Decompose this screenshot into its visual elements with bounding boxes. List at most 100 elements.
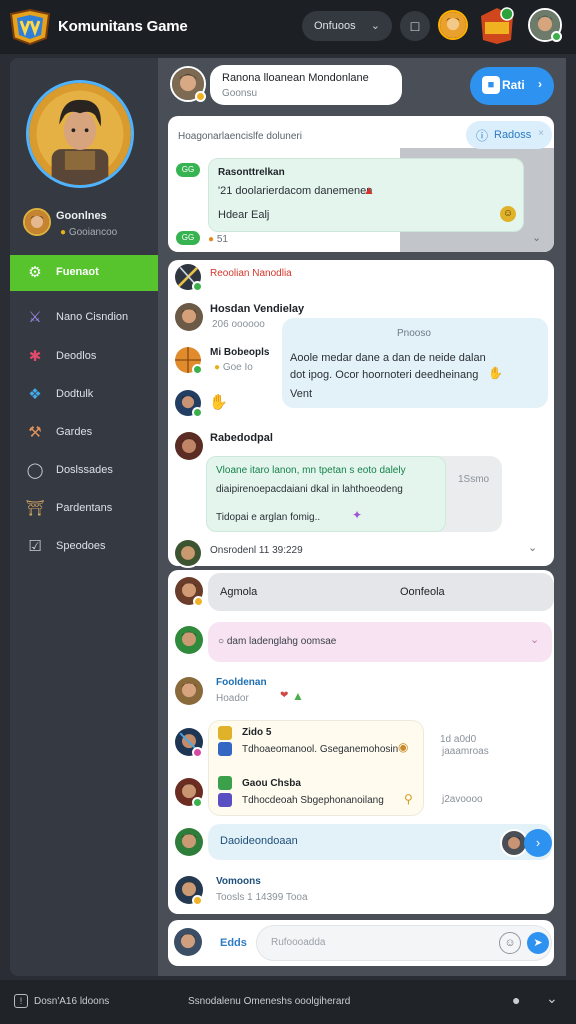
message-line: Tidopai e arglan fomig.. <box>216 512 321 523</box>
message-line: diaipirenoepacdaiani dkal in lahthoeoden… <box>216 484 403 495</box>
message-time: 1d a0d0 <box>440 734 477 745</box>
online-dot <box>192 797 203 808</box>
tab-agmola[interactable]: Agmola <box>220 586 257 598</box>
user-name: Rabedodpal <box>210 432 273 444</box>
message-line: dot ipog. Ocor hoornoteri deedheinang <box>290 369 479 381</box>
user-name: Vomoons <box>216 876 261 887</box>
user-subtitle: ● Goe Io <box>214 362 253 373</box>
user-name: Fooldenan <box>216 677 267 688</box>
filter-select[interactable]: Onfuoos ⌄ <box>302 11 392 41</box>
sidebar-item-label: Nano Cisndion <box>56 311 129 323</box>
bird-icon: ❖ <box>28 386 42 403</box>
message-input[interactable]: Rufoooadda ☺ ➤ <box>256 925 552 961</box>
radoss-chip[interactable]: ⓘ Radoss × <box>466 121 552 149</box>
send-icon[interactable]: ➤ <box>527 932 549 954</box>
key-icon: ⚲ <box>404 792 413 806</box>
coin-icon: ● <box>60 227 67 238</box>
sidebar-profile-avatar[interactable] <box>26 80 134 188</box>
bottom-status: Dosn'A16 ldoons <box>34 996 110 1007</box>
message-line: Vloane itaro lanon, mn tpetan s eoto dal… <box>216 465 406 476</box>
user-avatar[interactable] <box>173 538 203 568</box>
chevron-down-icon[interactable]: ⌄ <box>532 231 541 244</box>
game-icon <box>218 726 232 740</box>
tab-bar <box>208 573 554 611</box>
sidebar-item-gardes[interactable]: ⚒ Gardes <box>10 415 158 451</box>
emoji-icon[interactable]: ☺ <box>499 932 521 954</box>
header-title: Ranona lloanean Mondonlane <box>222 72 369 84</box>
chevron-down-icon: ⌄ <box>370 20 380 32</box>
tab-oonfeola[interactable]: Oonfeola <box>400 586 445 598</box>
coin-icon: ● <box>208 234 215 245</box>
bottom-center-text: Ssnodalenu Omeneshs ooolgiherard <box>188 996 351 1007</box>
user-avatar[interactable] <box>173 675 205 707</box>
info-icon[interactable]: ! <box>14 994 28 1008</box>
panel-heading: Hoagonarlaencislfe doluneri <box>178 131 302 142</box>
chat-footer: Onsrodenl 11 39:229 <box>210 545 303 556</box>
user-avatar[interactable] <box>173 624 205 656</box>
sidebar-item-deodlos[interactable]: ✱ Deodlos <box>10 339 158 375</box>
message-time: jaaamroas <box>442 746 489 757</box>
chevron-down-icon[interactable]: ⌄ <box>546 990 558 1007</box>
user-avatar[interactable] <box>173 301 205 333</box>
status-dot <box>195 91 206 102</box>
search-text: ○ dam ladenglahg oomsae <box>218 636 337 647</box>
rati-button[interactable]: ■ Rati › <box>470 67 554 105</box>
user-avatar[interactable] <box>173 826 205 858</box>
status-dot <box>192 747 203 758</box>
sidebar-user-name: Goonlnes <box>56 210 107 222</box>
message-title: Rasonttrelkan <box>218 167 285 178</box>
badge-gg: GG <box>176 163 200 177</box>
sidebar-item-pardentans[interactable]: ⛩ Pardentans <box>10 491 158 527</box>
emoji-icon: ❤ <box>280 690 289 701</box>
chevron-down-icon[interactable]: ⌄ <box>528 541 537 554</box>
puzzle-icon: ✱ <box>28 348 42 365</box>
controller-icon[interactable]: ● <box>512 992 520 1008</box>
header-subtitle: Goonsu <box>222 88 258 99</box>
online-dot <box>551 31 562 42</box>
close-icon[interactable]: × <box>538 128 544 139</box>
message-line: Vent <box>290 388 313 400</box>
sidebar-item-label: Fuenaot <box>56 266 99 278</box>
app-logo[interactable] <box>8 8 52 46</box>
user-subtitle: Toosls 1 14399 Tooa <box>216 892 308 903</box>
top-avatar-1[interactable] <box>438 10 468 40</box>
radoss-chip-label: Radoss <box>494 129 532 141</box>
composer-label: Edds <box>220 937 247 949</box>
gate-icon: ⛩ <box>25 500 45 517</box>
user-name: Gaou Chsba <box>242 778 301 789</box>
coin-icon: ● <box>214 362 221 373</box>
sidebar-item-doslssades[interactable]: ◯ Doslssades <box>10 453 158 489</box>
chat-title: Reoolian Nanodlia <box>210 268 292 279</box>
chevron-down-icon[interactable]: ⌄ <box>530 633 539 646</box>
message-time: 1Ssmo <box>458 474 490 485</box>
emoji-icon[interactable]: ☺ <box>500 206 516 222</box>
sidebar-item-label: Doslssades <box>56 464 113 476</box>
leaf-icon: ▲ <box>292 689 304 703</box>
game-badge-icon[interactable] <box>477 6 517 46</box>
message-meta: ● 51 <box>208 234 228 245</box>
user-name: Hosdan Vendielay <box>210 303 305 315</box>
sword-icon: ⚔ <box>28 309 42 326</box>
search-icon: ○ <box>218 636 225 647</box>
composer-avatar <box>172 926 204 958</box>
chat-bubble-icon[interactable]: □ <box>400 11 430 41</box>
arrow-right-icon[interactable]: › <box>524 829 552 857</box>
app-title: Komunitans Game <box>58 18 188 35</box>
sidebar-item-nano[interactable]: ⚔ Nano Cisndion <box>10 300 158 336</box>
message-time: j2avoooo <box>442 794 483 805</box>
game-icon <box>218 742 232 756</box>
online-dot <box>192 364 203 375</box>
message-line: '21 doolarierdacom danemenen <box>218 185 373 197</box>
info-icon: ⓘ <box>476 129 489 143</box>
user-subtitle: Hoador <box>216 693 249 704</box>
sidebar-item-dodtulk[interactable]: ❖ Dodtulk <box>10 377 158 413</box>
sidebar-item-speodoes[interactable]: ☑ Speodoes <box>10 529 158 565</box>
message-line: Tdhocdeoah Sbgephonanoilang <box>242 795 384 806</box>
sparkle-icon: ✦ <box>352 508 363 522</box>
user-name: Daoideondoaan <box>220 835 298 847</box>
message-line: Hdear Ealj <box>218 209 270 221</box>
sidebar-item-label: Pardentans <box>56 502 113 514</box>
user-avatar[interactable] <box>173 430 205 462</box>
sidebar-item-friends[interactable]: ⚙ Fuenaot <box>10 255 165 291</box>
game-controller-icon: ■ <box>482 76 500 94</box>
